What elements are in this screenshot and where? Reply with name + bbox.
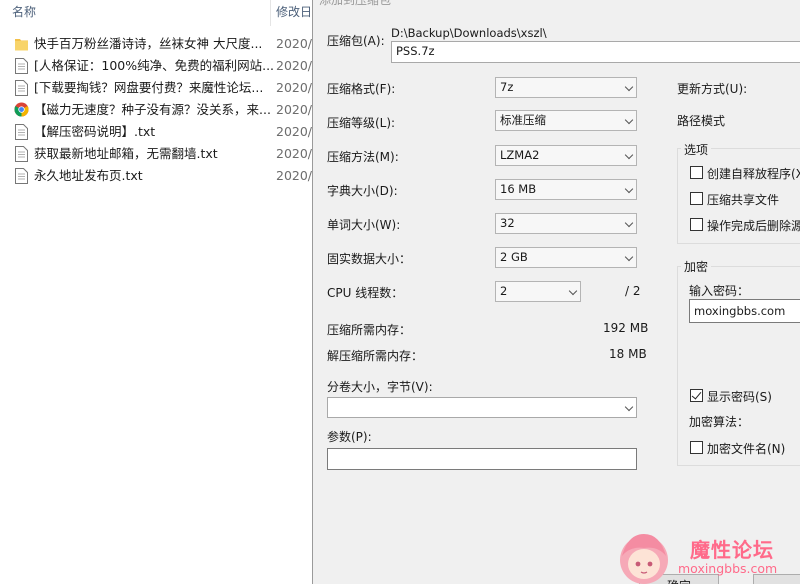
show-password-checkbox[interactable]: [690, 389, 703, 402]
file-date: 2020/: [276, 58, 313, 73]
dict-value: 16 MB: [500, 182, 537, 196]
file-date: 2020/: [276, 36, 313, 51]
column-divider[interactable]: [270, 0, 271, 26]
mem-compress-label: 压缩所需内存：: [327, 323, 412, 337]
chevron-down-icon: [624, 402, 634, 412]
word-label: 单词大小(W):: [327, 218, 401, 232]
mem-compress-value: 192 MB: [603, 321, 649, 335]
column-header-date[interactable]: 修改日: [276, 0, 312, 24]
solid-value: 2 GB: [500, 250, 528, 264]
params-input[interactable]: [327, 448, 637, 470]
cpu-value: 2: [500, 284, 508, 298]
text-file-icon: [15, 80, 28, 96]
text-file-icon: [15, 124, 28, 140]
shared-files-label: 压缩共享文件: [707, 193, 780, 207]
options-legend: 选项: [681, 141, 712, 158]
chevron-down-icon: [624, 218, 634, 228]
file-row[interactable]: 永久地址发布页.txt 2020/: [0, 165, 312, 187]
encryption-method-label: 加密算法：: [689, 415, 750, 429]
file-name: 快手百万粉丝潘诗诗，丝袜女神 大尺度...: [34, 36, 263, 51]
file-row[interactable]: [人格保证：100%纯净、免费的福利网站... 2020/: [0, 55, 312, 77]
dict-select[interactable]: 16 MB: [495, 179, 637, 200]
format-label: 压缩格式(F):: [327, 82, 396, 96]
column-header-name[interactable]: 名称: [12, 0, 36, 24]
text-file-icon: [15, 58, 28, 74]
file-row[interactable]: 【解压密码说明】.txt 2020/: [0, 121, 312, 143]
file-name: [人格保证：100%纯净、免费的福利网站...: [34, 58, 275, 73]
volume-label: 分卷大小，字节(V):: [327, 380, 433, 394]
shared-files-checkbox[interactable]: [690, 192, 703, 205]
chevron-down-icon: [624, 115, 634, 125]
text-file-icon: [15, 168, 28, 184]
file-date: 2020/: [276, 124, 313, 139]
archive-name-value: PSS.7z: [396, 44, 435, 58]
file-date: 2020/: [276, 146, 313, 161]
text-file-icon: [15, 146, 28, 162]
cpu-label: CPU 线程数：: [327, 286, 404, 300]
dialog-title: 添加到压缩包: [319, 0, 392, 7]
solid-select[interactable]: 2 GB: [495, 247, 637, 268]
cpu-select[interactable]: 2: [495, 281, 581, 302]
params-label: 参数(P):: [327, 430, 372, 444]
mem-decompress-label: 解压缩所需内存：: [327, 349, 424, 363]
chevron-down-icon: [568, 286, 578, 296]
sort-up-icon: ^: [132, 0, 141, 6]
file-name: 【磁力无速度？种子没有源？没关系，来...: [34, 102, 271, 117]
add-to-archive-dialog: 添加到压缩包 压缩包(A): D:\Backup\Downloads\xszl\…: [312, 0, 800, 584]
password-value: moxingbbs.com: [694, 304, 786, 318]
archive-name-combo[interactable]: PSS.7z: [391, 41, 800, 63]
mem-decompress-value: 18 MB: [609, 347, 647, 361]
file-name: 永久地址发布页.txt: [34, 168, 143, 183]
file-name: 【解压密码说明】.txt: [34, 124, 156, 139]
file-date: 2020/: [276, 102, 313, 117]
encryption-legend: 加密: [681, 258, 712, 275]
password-input[interactable]: moxingbbs.com: [689, 299, 800, 323]
volume-combo[interactable]: [327, 397, 637, 418]
file-date: 2020/: [276, 80, 313, 95]
encrypt-names-checkbox[interactable]: [690, 441, 703, 454]
file-name: 获取最新地址邮箱，无需翻墙.txt: [34, 146, 218, 161]
level-value: 标准压缩: [500, 113, 546, 127]
method-label: 压缩方法(M):: [327, 150, 399, 164]
level-label: 压缩等级(L):: [327, 116, 396, 130]
file-row[interactable]: 【磁力无速度？种子没有源？没关系，来... 2020/: [0, 99, 312, 121]
delete-after-label: 操作完成后删除源: [707, 219, 800, 233]
format-select[interactable]: 7z: [495, 77, 637, 98]
file-row[interactable]: [下载要掏钱？网盘要付费？来魔性论坛... 2020/: [0, 77, 312, 99]
password-label: 输入密码：: [689, 284, 750, 298]
chevron-down-icon: [624, 150, 634, 160]
path-mode-label: 路径模式: [677, 114, 726, 128]
word-value: 32: [500, 216, 515, 230]
delete-after-checkbox[interactable]: [690, 218, 703, 231]
mascot-avatar-icon: [620, 534, 668, 584]
chevron-down-icon: [624, 82, 634, 92]
file-date: 2020/: [276, 168, 313, 183]
update-mode-label: 更新方式(U):: [677, 82, 748, 96]
show-password-label: 显示密码(S): [707, 390, 772, 404]
encrypt-names-label: 加密文件名(N): [707, 442, 786, 456]
word-select[interactable]: 32: [495, 213, 637, 234]
file-row[interactable]: 快手百万粉丝潘诗诗，丝袜女神 大尺度... 2020/: [0, 33, 312, 55]
archive-label: 压缩包(A):: [327, 34, 385, 48]
file-row[interactable]: 获取最新地址邮箱，无需翻墙.txt 2020/: [0, 143, 312, 165]
file-name: [下载要掏钱？网盘要付费？来魔性论坛...: [34, 80, 264, 95]
sfx-checkbox[interactable]: [690, 166, 703, 179]
solid-label: 固实数据大小：: [327, 252, 412, 266]
file-explorer: ^ 名称 修改日 快手百万粉丝潘诗诗，丝袜女神 大尺度... 2020/ [人格…: [0, 0, 312, 584]
sfx-label: 创建自释放程序(X: [707, 167, 800, 181]
watermark-title: 魔性论坛: [690, 538, 774, 562]
level-select[interactable]: 标准压缩: [495, 110, 637, 131]
format-value: 7z: [500, 80, 514, 94]
chevron-down-icon: [624, 252, 634, 262]
archive-path: D:\Backup\Downloads\xszl\: [391, 26, 547, 40]
folder-icon: [15, 39, 28, 51]
method-select[interactable]: LZMA2: [495, 145, 637, 166]
chevron-down-icon: [624, 184, 634, 194]
watermark-url: moxingbbs.com: [678, 561, 778, 576]
chrome-icon: [14, 102, 29, 117]
method-value: LZMA2: [500, 148, 540, 162]
cpu-max: / 2: [625, 284, 641, 298]
dict-label: 字典大小(D):: [327, 184, 398, 198]
